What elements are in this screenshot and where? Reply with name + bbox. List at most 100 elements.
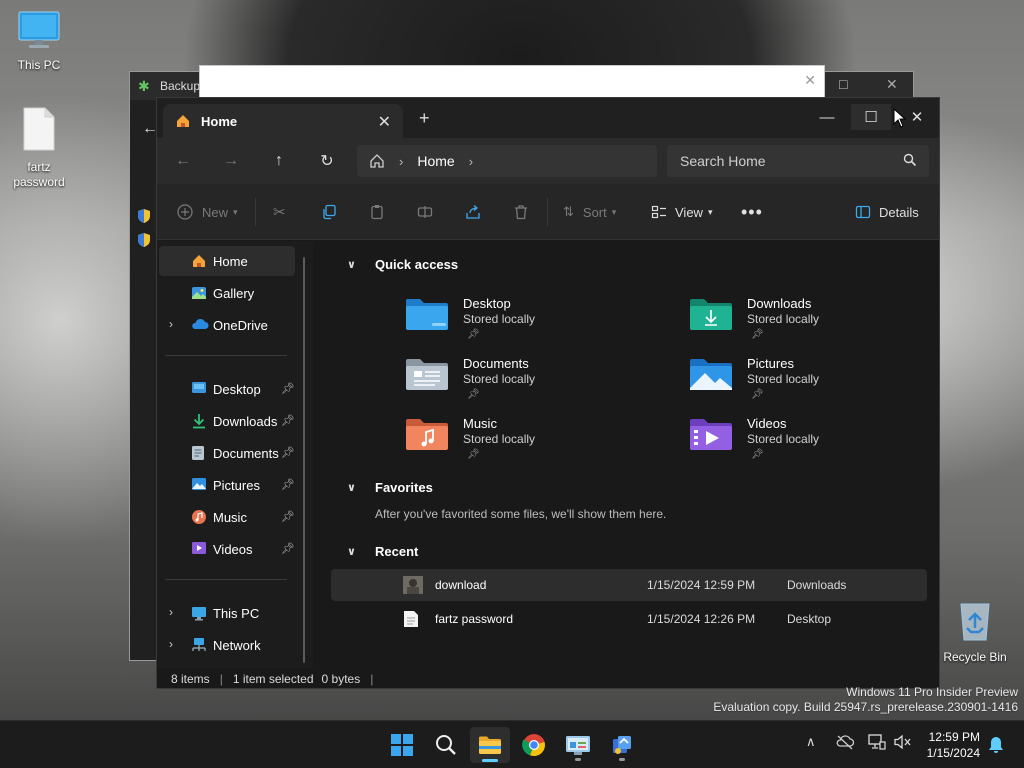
sidebar-item-documents[interactable]: Documents 📌︎ — [159, 438, 295, 468]
running-indicator — [619, 758, 625, 761]
backup-app-icon — [613, 736, 631, 754]
desktop-icon-fartz-password[interactable]: fartz password — [0, 106, 78, 190]
sidebar-item-network[interactable]: › Network — [159, 630, 295, 660]
sidebar-item-onedrive[interactable]: › OneDrive — [159, 310, 295, 340]
quick-access-name: Desktop — [463, 296, 511, 311]
shield-icon — [138, 209, 150, 223]
sidebar-item-home[interactable]: Home — [159, 246, 295, 276]
up-button[interactable]: ↑ — [267, 150, 291, 172]
recent-file-location: Downloads — [787, 578, 847, 592]
backup-app-taskbar-button[interactable] — [602, 727, 642, 763]
forward-button[interactable]: → — [219, 150, 243, 172]
pin-icon[interactable]: 📌︎ — [281, 542, 295, 555]
show-hidden-icons-icon[interactable]: ∧ — [806, 734, 816, 750]
pin-icon[interactable]: 📌︎ — [281, 446, 295, 459]
desktop-icon-label: fartz password — [13, 160, 65, 189]
chrome-taskbar-button[interactable] — [514, 727, 554, 763]
quick-access-desktop[interactable]: Desktop Stored locally 📌︎ — [405, 293, 645, 349]
new-button[interactable]: New ▾ — [177, 200, 238, 224]
address-field[interactable]: › Home › — [357, 145, 657, 177]
sort-button[interactable]: ⇅ Sort ▾ — [563, 200, 616, 224]
sidebar-item-videos[interactable]: Videos 📌︎ — [159, 534, 295, 564]
sidebar-item-music[interactable]: Music 📌︎ — [159, 502, 295, 532]
sidebar-item-downloads[interactable]: Downloads 📌︎ — [159, 406, 295, 436]
quick-access-documents[interactable]: Documents Stored locally 📌︎ — [405, 353, 645, 409]
pin-icon[interactable]: 📌︎ — [281, 478, 295, 491]
quick-access-pictures[interactable]: Pictures Stored locally 📌︎ — [689, 353, 929, 409]
recent-header[interactable]: ∨ Recent — [347, 544, 419, 559]
sidebar-item-label: Home — [213, 253, 248, 269]
breadcrumb-home[interactable]: Home — [417, 153, 454, 169]
chevron-down-icon[interactable]: ∨ — [347, 545, 356, 558]
refresh-button[interactable]: ↻ — [315, 150, 339, 172]
new-button-label: New — [202, 204, 229, 220]
blank-window-close-icon[interactable]: ✕ — [804, 72, 816, 89]
downloads-folder-icon — [690, 299, 732, 330]
search-icon — [903, 153, 917, 167]
network-icon[interactable] — [868, 734, 886, 750]
chevron-right-icon[interactable]: › — [169, 605, 173, 619]
search-input[interactable]: Search Home — [667, 145, 929, 177]
copy-button[interactable] — [321, 200, 337, 224]
up-arrow-icon: ↑ — [275, 152, 283, 169]
recent-row-download[interactable]: download 1/15/2024 12:59 PM Downloads — [331, 569, 927, 601]
taskbar-clock[interactable]: 12:59 PM 1/15/2024 — [927, 729, 980, 761]
pin-icon[interactable]: 📌︎ — [281, 414, 295, 427]
file-explorer-taskbar-button[interactable] — [470, 727, 510, 763]
minimize-button[interactable]: — — [807, 104, 847, 130]
quick-access-name: Pictures — [747, 356, 794, 371]
quick-access-music[interactable]: Music Stored locally 📌︎ — [405, 413, 645, 469]
desktop-icon-this-pc[interactable]: This PC — [0, 10, 78, 73]
maximize-button[interactable]: ☐ — [851, 104, 891, 130]
tab-home[interactable]: Home ✕ — [163, 104, 403, 138]
cut-button[interactable]: ✂ — [273, 200, 286, 224]
chevron-right-icon[interactable]: › — [169, 637, 173, 651]
search-taskbar-button[interactable] — [426, 727, 466, 763]
quick-access-videos[interactable]: Videos Stored locally 📌︎ — [689, 413, 929, 469]
command-bar: New ▾ ✂ ⇅ Sort ▾ View ▾ ••• Details — [157, 184, 939, 240]
home-outline-icon — [370, 154, 384, 168]
toolbar-divider — [547, 198, 548, 226]
details-button[interactable]: Details — [855, 200, 919, 224]
background-window-blank[interactable]: ✕ — [199, 65, 825, 101]
chevron-right-icon[interactable]: › — [469, 154, 473, 169]
desktop-icon-recycle-bin[interactable]: Recycle Bin — [936, 598, 1014, 665]
sidebar-item-label: Network — [213, 637, 261, 653]
view-button[interactable]: View ▾ — [651, 200, 712, 224]
sidebar-scrollbar[interactable] — [303, 257, 305, 663]
control-panel-taskbar-button[interactable] — [558, 727, 598, 763]
backup-close-icon[interactable]: ✕ — [886, 76, 898, 93]
start-button[interactable] — [382, 727, 422, 763]
sidebar-item-pictures[interactable]: Pictures 📌︎ — [159, 470, 295, 500]
pin-icon[interactable]: 📌︎ — [281, 510, 295, 523]
notification-bell-icon[interactable] — [988, 736, 1004, 754]
chevron-down-icon[interactable]: ∨ — [347, 258, 356, 271]
chevron-down-icon[interactable]: ∨ — [347, 481, 356, 494]
quick-access-status: Stored locally — [747, 312, 820, 326]
new-tab-icon[interactable]: + — [419, 108, 430, 129]
pin-icon[interactable]: 📌︎ — [281, 382, 295, 395]
back-button[interactable]: ← — [171, 150, 195, 172]
file-explorer-window[interactable]: Home ✕ + — ☐ ✕ ← → ↑ ↻ › Home › Search H… — [156, 97, 940, 689]
backup-maximize-icon[interactable]: ☐ — [838, 78, 849, 92]
sidebar-item-this-pc[interactable]: › This PC — [159, 598, 295, 628]
recent-row-fartz-password[interactable]: fartz password 1/15/2024 12:26 PM Deskto… — [331, 603, 927, 635]
sidebar-item-gallery[interactable]: Gallery — [159, 278, 295, 308]
favorites-header[interactable]: ∨ Favorites — [347, 480, 433, 495]
section-title: Recent — [375, 544, 419, 559]
more-options-button[interactable]: ••• — [741, 200, 763, 224]
volume-muted-icon[interactable] — [894, 734, 912, 750]
quick-access-downloads[interactable]: Downloads Stored locally 📌︎ — [689, 293, 929, 349]
favorites-empty-message: After you've favorited some files, we'll… — [375, 507, 667, 521]
clipboard-icon — [371, 205, 383, 220]
rename-button[interactable] — [417, 200, 433, 224]
close-tab-icon[interactable]: ✕ — [378, 112, 391, 132]
onedrive-offline-icon[interactable] — [836, 734, 854, 750]
quick-access-header[interactable]: ∨ Quick access — [347, 257, 458, 272]
paste-button[interactable] — [369, 200, 385, 224]
share-button[interactable] — [465, 200, 481, 224]
text-file-icon — [404, 611, 418, 627]
chevron-right-icon[interactable]: › — [169, 317, 173, 331]
delete-button[interactable] — [513, 200, 529, 224]
sidebar-item-desktop[interactable]: Desktop 📌︎ — [159, 374, 295, 404]
